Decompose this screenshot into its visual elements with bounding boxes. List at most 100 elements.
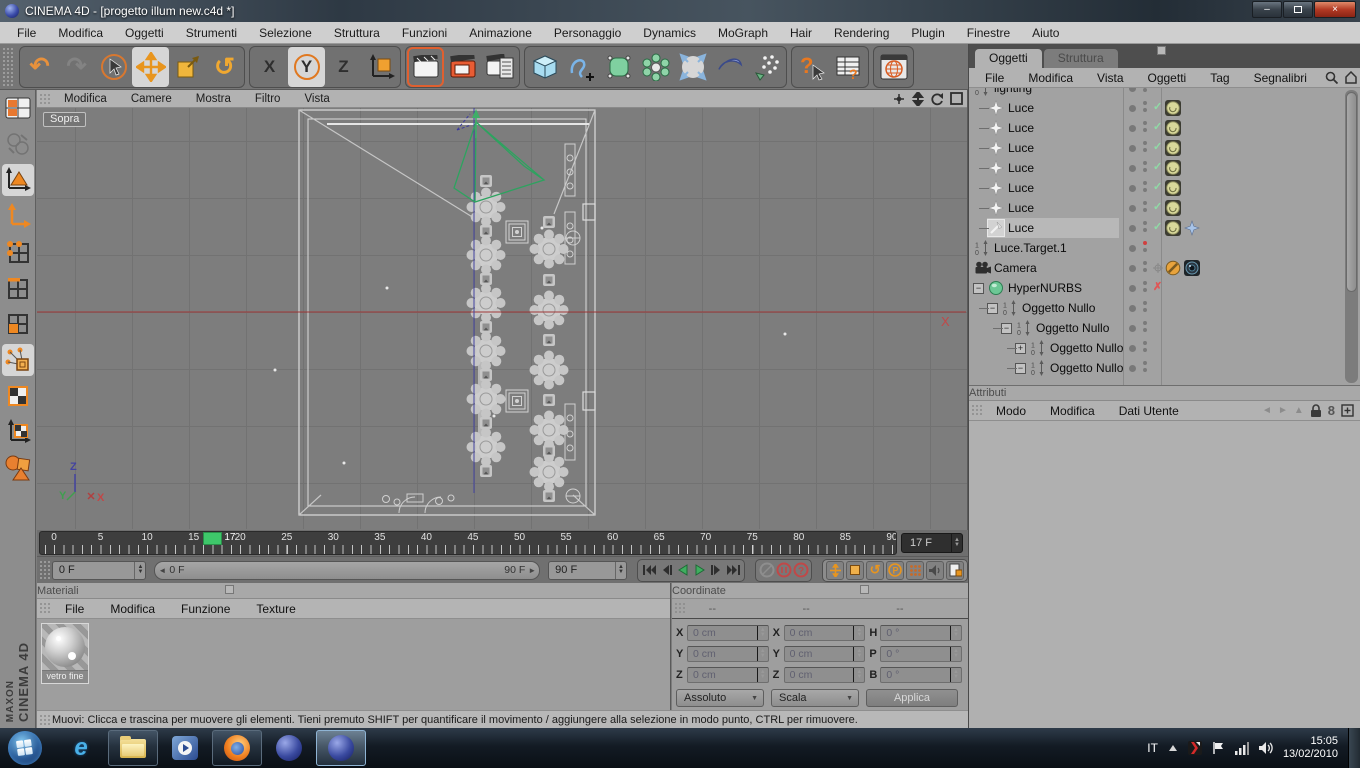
disabled-cross-icon[interactable]: ✗ <box>1153 280 1162 293</box>
attributes-grip[interactable] <box>971 404 982 417</box>
coordinates-collapse-checkbox[interactable] <box>860 585 869 594</box>
key-position-button[interactable] <box>826 561 844 580</box>
tree-row-luce-5[interactable]: Luce✓ <box>969 178 1360 198</box>
menu-dynamics[interactable]: Dynamics <box>632 23 707 43</box>
editor-render-dots[interactable] <box>1143 88 1147 95</box>
coord-spinner[interactable]: ▲▼ <box>950 626 961 640</box>
tree-row-luce-3[interactable]: Luce✓ <box>969 138 1360 158</box>
tree-row-oggetto-nullo-14[interactable]: −10Oggetto Nullo <box>969 358 1360 378</box>
render-view-button[interactable] <box>407 47 444 87</box>
tag-luminance-icon[interactable] <box>1165 180 1181 196</box>
attributes-menu-modo[interactable]: Modo <box>984 404 1038 418</box>
menu-aiuto[interactable]: Aiuto <box>1021 23 1070 43</box>
visibility-dot[interactable] <box>1129 205 1136 212</box>
menu-funzioni[interactable]: Funzioni <box>391 23 458 43</box>
preview-range-slider[interactable]: ◄ 0 F 90 F ► <box>154 561 540 580</box>
coord-field-z-2[interactable]: 0 cm▲▼ <box>687 667 769 683</box>
toolbar-grip[interactable] <box>2 47 13 86</box>
history-forward-icon[interactable]: ► <box>1278 405 1288 416</box>
visibility-dot[interactable] <box>1129 245 1136 252</box>
viewport-canvas[interactable]: X Z Y <box>37 108 967 529</box>
y-axis-lock-button[interactable]: Y <box>288 47 325 87</box>
coord-spinner[interactable]: ▲▼ <box>853 647 864 661</box>
visibility-dot[interactable] <box>1129 105 1136 112</box>
editor-render-dots[interactable] <box>1143 141 1147 155</box>
materials-collapse-checkbox[interactable] <box>225 585 234 594</box>
tree-scrollbar[interactable] <box>1345 90 1358 383</box>
parent-up-icon[interactable]: ▲ <box>1294 405 1304 416</box>
render-settings-button[interactable] <box>481 47 518 87</box>
tag-luminance-icon[interactable] <box>1165 120 1181 136</box>
editor-render-dots[interactable] <box>1143 321 1147 335</box>
enabled-check-icon[interactable]: ✓ <box>1153 200 1162 213</box>
visibility-dot[interactable] <box>1129 185 1136 192</box>
maximize-button[interactable] <box>1283 1 1313 18</box>
tab-oggetti[interactable]: Oggetti <box>975 49 1042 68</box>
viewport-grip[interactable] <box>39 93 50 104</box>
coord-spinner[interactable]: ▲▼ <box>950 668 961 682</box>
previous-frame-button[interactable] <box>657 561 674 580</box>
tree-scrollbar-thumb[interactable] <box>1346 92 1357 292</box>
menu-finestre[interactable]: Finestre <box>956 23 1021 43</box>
end-frame-spinner[interactable]: ▲▼ <box>615 562 626 579</box>
lock-icon[interactable] <box>1310 404 1322 418</box>
undo-button[interactable]: ↶ <box>21 47 58 87</box>
loop-start-spinner[interactable]: ▲▼ <box>134 562 145 579</box>
coord-spinner[interactable]: ▲▼ <box>757 626 768 640</box>
taskbar-windows-explorer[interactable] <box>108 730 158 766</box>
timeline-track[interactable]: 17 051015202530354045505560657075808590 <box>39 531 897 555</box>
coord-spinner[interactable]: ▲▼ <box>853 668 864 682</box>
redo-button[interactable]: ↷ <box>58 47 95 87</box>
viewport-toggle-icon[interactable] <box>950 92 963 105</box>
menu-hair[interactable]: Hair <box>779 23 823 43</box>
scale-tool-button[interactable] <box>169 47 206 87</box>
online-updater-button[interactable] <box>875 47 912 87</box>
visibility-dot[interactable] <box>1129 365 1136 372</box>
attributes-add-icon[interactable] <box>1341 404 1354 417</box>
tag-stop-icon[interactable] <box>1165 260 1181 276</box>
attributes-menu-modifica[interactable]: Modifica <box>1038 404 1107 418</box>
viewport-rotate-icon[interactable] <box>930 92 944 106</box>
viewport-pan-icon[interactable] <box>892 92 906 106</box>
key-rotation-button[interactable]: ↺ <box>866 561 884 580</box>
object-manager-menu-vista[interactable]: Vista <box>1085 71 1135 85</box>
materials-menu-funzione[interactable]: Funzione <box>168 602 243 616</box>
enabled-check-icon[interactable]: ✓ <box>1153 100 1162 113</box>
rotate-tool-button[interactable]: ↺ <box>206 47 243 87</box>
attributes-collapse-checkbox[interactable] <box>1157 46 1166 55</box>
taskbar-cinema4d-active[interactable] <box>316 730 366 766</box>
add-environment-button[interactable] <box>674 47 711 87</box>
visibility-dot[interactable] <box>1129 265 1136 272</box>
coordinate-system-button[interactable] <box>362 47 399 87</box>
language-indicator[interactable]: IT <box>1147 741 1158 755</box>
editor-render-dots[interactable] <box>1143 181 1147 195</box>
volume-icon[interactable] <box>1258 741 1274 755</box>
materials-menu-file[interactable]: File <box>52 602 97 616</box>
goto-start-button[interactable] <box>640 561 657 580</box>
clock[interactable]: 15:05 13/02/2010 <box>1283 735 1338 761</box>
use-deformed-editing-button[interactable] <box>2 128 34 160</box>
texture-mode-button[interactable] <box>2 380 34 412</box>
range-right-arrow-icon[interactable]: ► <box>525 566 539 575</box>
coord-field-h-0[interactable]: 0 °▲▼ <box>880 625 962 641</box>
add-particles-button[interactable] <box>748 47 785 87</box>
add-spline-button[interactable] <box>563 47 600 87</box>
texture-axis-mode-button[interactable] <box>2 344 34 376</box>
model-mode-button[interactable] <box>2 164 34 196</box>
visibility-dot[interactable] <box>1129 88 1136 92</box>
range-left-arrow-icon[interactable]: ◄ <box>155 566 169 575</box>
make-editable-button[interactable] <box>2 92 34 124</box>
coord-field-p-1[interactable]: 0 °▲▼ <box>880 646 962 662</box>
key-parameter-button[interactable]: P <box>886 561 904 580</box>
tree-row-oggetto-nullo-11[interactable]: −10Oggetto Nullo <box>969 298 1360 318</box>
coord-field-z-2[interactable]: 0 cm▲▼ <box>784 667 866 683</box>
tag-luminance-icon[interactable] <box>1165 100 1181 116</box>
tree-row-luce-7[interactable]: Luce✓ <box>969 218 1360 238</box>
object-manager-menu-tag[interactable]: Tag <box>1198 71 1241 85</box>
menu-oggetti[interactable]: Oggetti <box>114 23 175 43</box>
minimize-button[interactable]: – <box>1252 1 1282 18</box>
materials-menu-texture[interactable]: Texture <box>243 602 308 616</box>
tree-row-hypernurbs-10[interactable]: −HyperNURBS✗ <box>969 278 1360 298</box>
taskbar-internet-explorer[interactable]: e <box>56 730 106 766</box>
coord-field-b-2[interactable]: 0 °▲▼ <box>880 667 962 683</box>
